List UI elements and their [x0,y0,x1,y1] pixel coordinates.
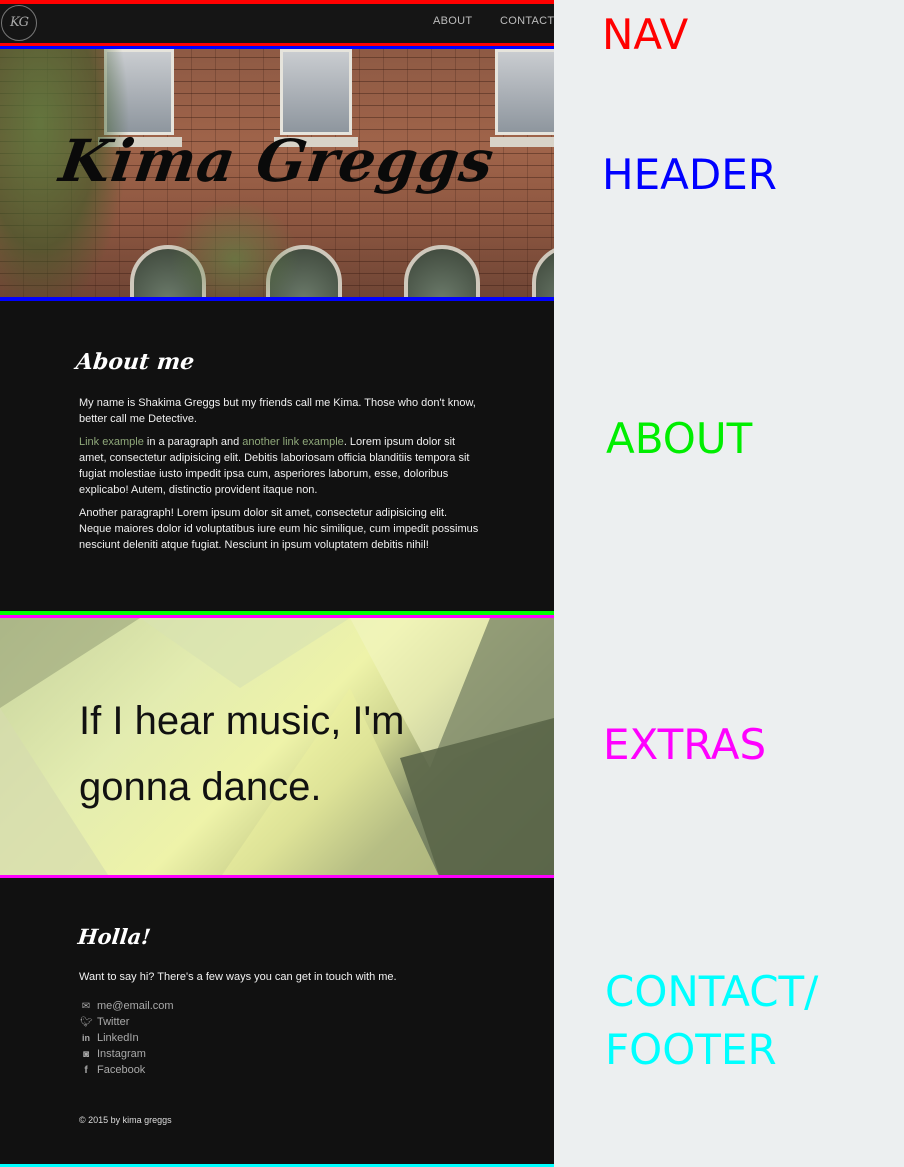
facebook-link[interactable]: Facebook [97,1064,145,1076]
contact-link-email: ✉ me@email.com [80,998,174,1014]
annotation-contact-footer: CONTACT/ FOOTER [605,967,819,1074]
linkedin-link[interactable]: LinkedIn [97,1032,139,1044]
email-link[interactable]: me@email.com [97,1000,174,1012]
hero-title: Kima Greggs [55,127,499,195]
contact-footer: Holla! Want to say hi? There's a few way… [0,882,554,1167]
logo[interactable]: KG [1,5,37,41]
website-mockup: KG ABOUT CONTACT Kima Greggs About me My… [0,0,554,1167]
nav-link-about[interactable]: ABOUT [433,15,472,27]
about-heading: About me [74,349,196,375]
copyright-text: © 2015 by kima greggs [79,1115,172,1125]
twitter-link[interactable]: Twitter [97,1016,129,1028]
extras-quote: If I hear music, I'm gonna dance. [79,699,405,809]
envelope-icon: ✉ [81,1000,91,1012]
nav-link-contact[interactable]: CONTACT [500,15,554,27]
contact-heading: Holla! [76,924,152,949]
contact-link-instagram: ◙ Instagram [80,1046,174,1062]
building-window [495,49,554,135]
contact-links: ✉ me@email.com 🐦︎ Twitter in LinkedIn ◙ … [80,998,174,1078]
nav-bar: KG ABOUT CONTACT [0,0,554,46]
building-window [280,49,352,135]
contact-link-twitter: 🐦︎ Twitter [80,1014,174,1030]
twitter-icon: 🐦︎ [80,1016,93,1028]
annotation-header: HEADER [602,150,777,199]
contact-link-linkedin: in LinkedIn [80,1030,174,1046]
hero-header: Kima Greggs [0,46,554,301]
about-paragraph-2: Link example in a paragraph and another … [79,434,479,498]
linkedin-icon: in [82,1033,90,1043]
arched-window [404,245,480,297]
contact-intro: Want to say hi? There's a few ways you c… [79,971,397,983]
paragraph-text: in a paragraph and [143,436,243,448]
about-section: About me My name is Shakima Greggs but m… [0,301,554,618]
instagram-link[interactable]: Instagram [97,1048,146,1060]
contact-link-facebook: f Facebook [80,1062,174,1078]
annotation-extras: EXTRAS [603,720,767,769]
about-body: My name is Shakima Greggs but my friends… [79,395,479,560]
annotation-about: ABOUT [606,414,753,463]
about-paragraph-3: Another paragraph! Lorem ipsum dolor sit… [79,507,479,551]
extras-section: If I hear music, I'm gonna dance. [0,618,554,878]
another-link-example[interactable]: another link example [242,436,344,448]
tree-foliage [170,199,300,297]
arched-window [532,245,554,297]
about-paragraph-1: My name is Shakima Greggs but my friends… [79,397,476,425]
link-example[interactable]: Link example [79,436,144,448]
facebook-icon: f [84,1064,88,1076]
annotation-nav: NAV [602,10,689,59]
instagram-icon: ◙ [82,1048,90,1060]
